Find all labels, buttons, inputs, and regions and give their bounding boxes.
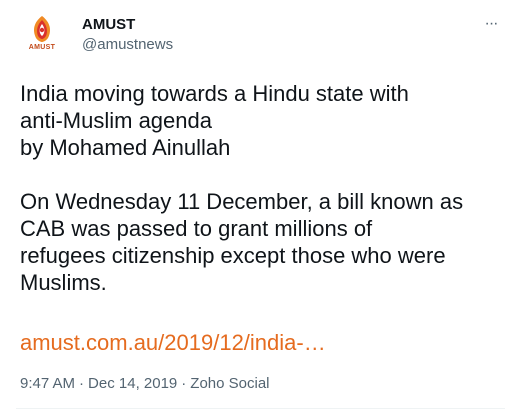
tweet-header: AMUST AMUST @amustnews ··· — [18, 8, 505, 58]
more-options-icon[interactable]: ··· — [477, 14, 505, 34]
tweet-link[interactable]: amust.com.au/2019/12/india-… — [20, 329, 326, 356]
divider — [16, 408, 505, 409]
avatar[interactable]: AMUST — [18, 8, 66, 56]
tweet-meta: 9:47 AM · Dec 14, 2019 · Zoho Social — [20, 374, 270, 394]
author-names: AMUST @amustnews — [82, 16, 173, 55]
separator: · — [79, 375, 85, 392]
amust-logo-icon — [34, 16, 50, 42]
tweet-time[interactable]: 9:47 AM — [20, 375, 75, 392]
tweet-card: AMUST AMUST @amustnews ··· India moving … — [0, 0, 519, 420]
display-name[interactable]: AMUST — [82, 16, 173, 34]
handle[interactable]: @amustnews — [82, 35, 173, 55]
avatar-label: AMUST — [28, 44, 56, 51]
separator: · — [181, 375, 187, 392]
tweet-text: India moving towards a Hindu state with … — [20, 81, 464, 295]
tweet-source[interactable]: Zoho Social — [190, 375, 269, 392]
tweet-date[interactable]: Dec 14, 2019 — [88, 375, 177, 392]
